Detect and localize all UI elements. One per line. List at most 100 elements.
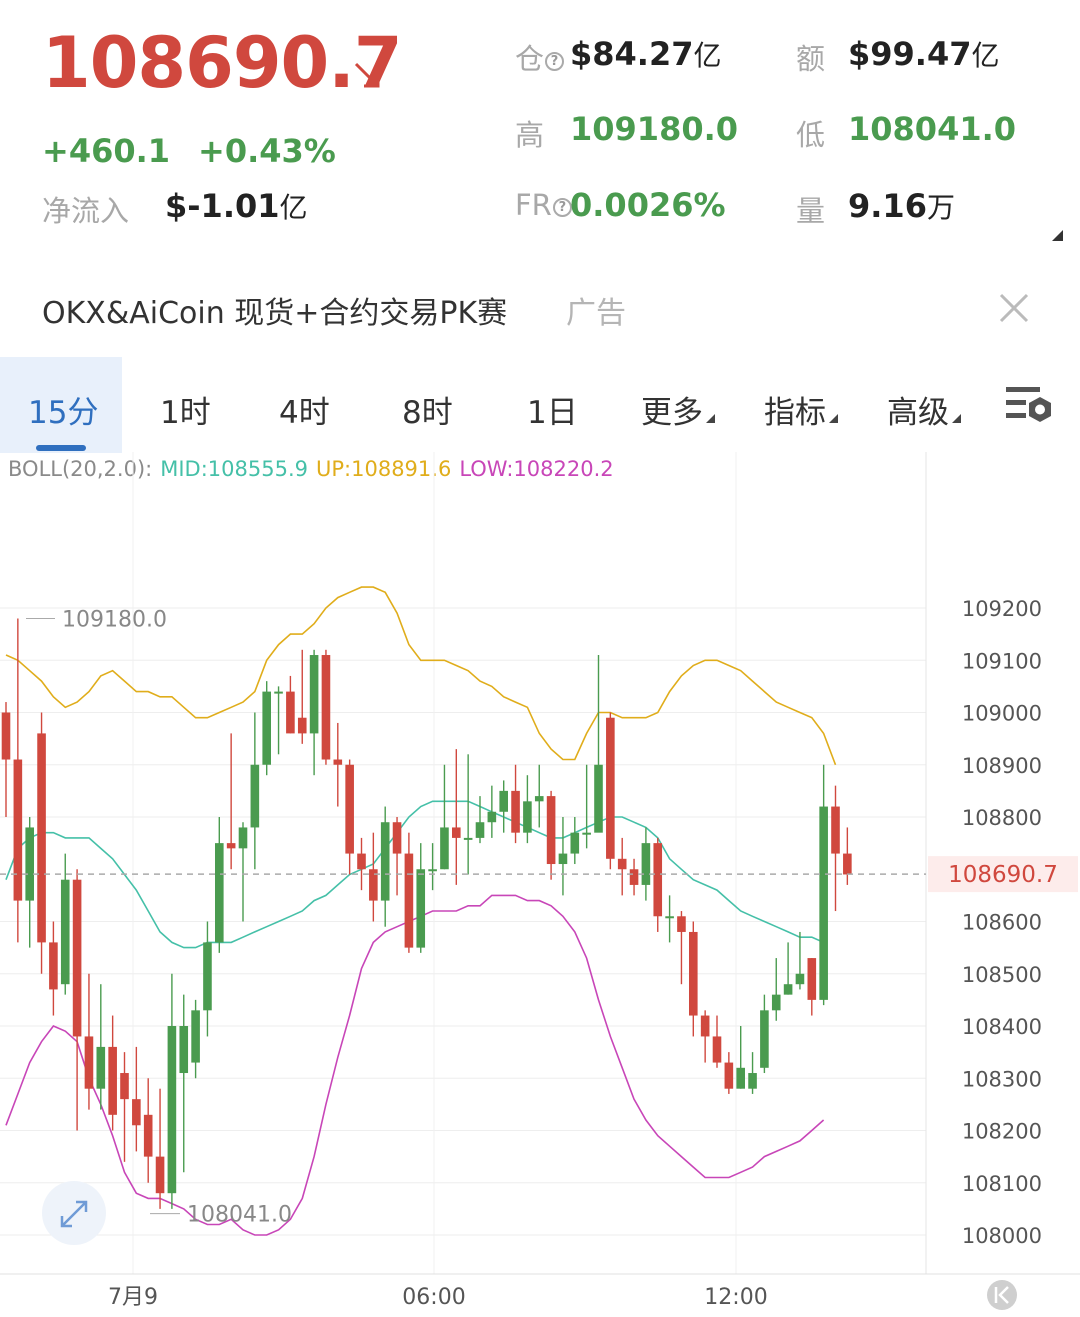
expand-icon[interactable] (42, 1181, 106, 1245)
x-tick-label: 12:00 (704, 1285, 767, 1310)
ad-text[interactable]: OKX&AiCoin 现货+合约交易PK赛 (42, 288, 507, 332)
candle-body (333, 759, 343, 765)
candle-body (120, 1073, 129, 1100)
tab-4h[interactable]: 4时 (279, 387, 330, 432)
price-change-percent: +0.43% (198, 132, 336, 170)
price-change: +460.1 (42, 132, 171, 170)
candle-body (143, 1114, 153, 1157)
candle-body (226, 843, 236, 849)
amount-value: $99.47亿 (848, 35, 1000, 73)
candle (748, 1052, 757, 1094)
candle-body (72, 879, 82, 1037)
candle-body (665, 916, 674, 919)
candle (511, 764, 520, 844)
question-icon[interactable]: ? (552, 198, 572, 217)
candle (250, 712, 260, 870)
y-tick-label: 108300 (962, 1067, 1042, 1091)
candle (96, 984, 106, 1110)
candle (582, 764, 591, 849)
open-interest-value: $84.27亿 (570, 35, 722, 73)
candle-body (96, 1046, 106, 1089)
candle-body (179, 1026, 189, 1074)
chart-settings-icon[interactable] (1004, 383, 1054, 427)
candle (167, 973, 177, 1209)
candle-body (392, 822, 402, 854)
y-tick-label: 109000 (962, 702, 1042, 726)
candle (783, 942, 793, 995)
candle (203, 921, 212, 1037)
candle-body (238, 827, 248, 849)
kline-chart[interactable]: 108690.7 109180.0 108041.0 109200 109100 109… (0, 452, 1080, 1317)
candle-body (262, 691, 271, 765)
candle (108, 1015, 117, 1131)
tab-1d[interactable]: 1日 (527, 387, 578, 432)
candle-body (748, 1073, 757, 1089)
y-tick-label: 108200 (962, 1120, 1042, 1144)
y-tick-label: 108900 (962, 754, 1042, 778)
tab-15m[interactable]: 15分 (28, 387, 98, 432)
candle-body (380, 822, 390, 901)
high-marker-label: 109180.0 (62, 607, 167, 632)
arrow-down-right-icon (354, 62, 380, 88)
close-icon[interactable] (996, 290, 1032, 326)
tab-8h[interactable]: 8时 (402, 387, 453, 432)
candle-body (13, 759, 23, 901)
tab-active-indicator (36, 445, 86, 451)
candle-body (558, 853, 568, 865)
candle (523, 775, 532, 844)
candle-body (463, 837, 473, 840)
candle-body (321, 655, 331, 760)
candle (321, 649, 331, 765)
question-icon[interactable]: ? (545, 52, 565, 71)
candle-body (475, 822, 485, 838)
candle (226, 733, 236, 870)
candle-body (428, 869, 437, 872)
tab-1h[interactable]: 1时 (160, 387, 211, 432)
candle-body (404, 853, 414, 948)
candle-body (523, 801, 532, 833)
candle-body (843, 853, 852, 875)
candle-body (37, 733, 46, 943)
candle (25, 817, 34, 948)
candle (155, 1088, 165, 1209)
candle-body (452, 827, 461, 838)
candle-body (771, 994, 781, 1011)
x-tick-label: 7月9 (108, 1285, 158, 1310)
y-tick-label: 108100 (962, 1172, 1042, 1196)
candle (724, 1052, 734, 1094)
y-tick-label: 108400 (962, 1015, 1042, 1039)
net-inflow-value: $-1.01亿 (165, 187, 308, 225)
candle-body (215, 843, 224, 943)
candle-body (677, 916, 686, 932)
candle (570, 817, 580, 865)
candle (120, 1052, 129, 1162)
candle-body (712, 1036, 722, 1063)
candle (558, 817, 568, 896)
candle-body (724, 1062, 734, 1089)
candle-body (49, 942, 58, 990)
collapse-left-icon[interactable] (987, 1280, 1017, 1310)
candle (262, 681, 271, 776)
candle-body (132, 1099, 141, 1126)
tab-more[interactable]: 更多 (641, 387, 715, 432)
y-tick-label: 109100 (962, 649, 1042, 673)
candle (831, 785, 840, 912)
tab-indicators[interactable]: 指标 (764, 387, 838, 432)
candle-body (819, 806, 828, 1000)
collapse-button-bg[interactable] (987, 1280, 1017, 1310)
tab-advanced[interactable]: 高级 (887, 387, 961, 432)
candle (629, 858, 639, 896)
candle-body (641, 843, 651, 885)
candle (712, 1015, 722, 1068)
candle-body (167, 1026, 177, 1194)
net-inflow-label: 净流入 (42, 194, 130, 228)
current-price-label: 108690.7 (948, 862, 1058, 888)
candle-body (629, 869, 639, 885)
candle-body (783, 984, 793, 995)
candle (677, 911, 686, 985)
candle-body (534, 796, 544, 802)
expand-stats-toggle[interactable] (1052, 230, 1063, 241)
candle (49, 921, 58, 1016)
candle (760, 994, 769, 1074)
candle (499, 780, 508, 833)
